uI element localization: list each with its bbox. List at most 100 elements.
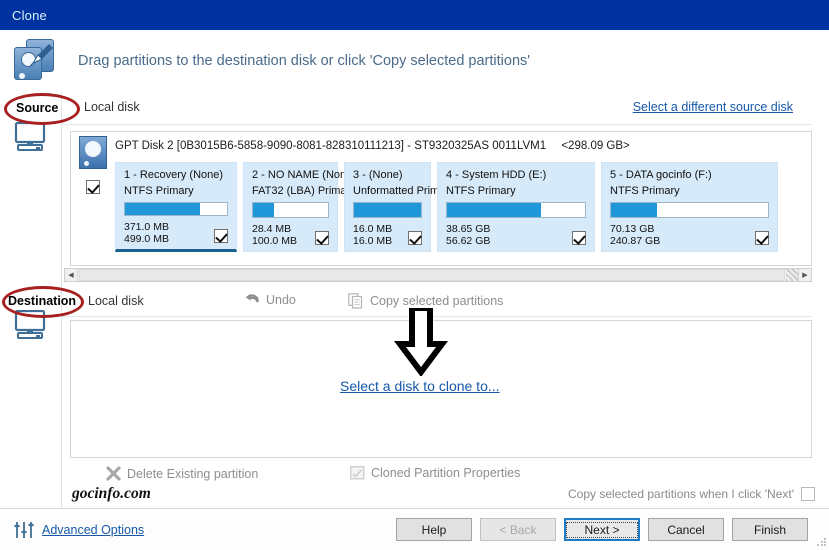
- source-partitions-list: 1 - Recovery (None)NTFS Primary371.0 MB4…: [115, 162, 805, 252]
- cancel-button-label: Cancel: [667, 523, 704, 537]
- help-button-label: Help: [422, 523, 447, 537]
- copy-on-next-checkbox[interactable]: [801, 487, 815, 501]
- undo-arrow-icon: [244, 293, 260, 307]
- partition-usage-fill: [447, 203, 541, 217]
- advanced-options-link[interactable]: Advanced Options: [42, 523, 144, 537]
- computer-monitor-icon-source: [14, 122, 48, 152]
- window-titlebar: Clone: [0, 0, 829, 30]
- partition-filesystem: NTFS Primary: [446, 185, 586, 197]
- source-local-disk-label: Local disk: [84, 100, 140, 114]
- partition-checkbox[interactable]: [408, 231, 422, 245]
- partition-name: 2 - NO NAME (None): [252, 169, 329, 181]
- partition-card[interactable]: 1 - Recovery (None) NTFS Primary 371.0 MB4…: [115, 162, 237, 252]
- watermark: gocinfo.com: [72, 485, 151, 503]
- copy-pages-icon: [348, 293, 364, 309]
- partition-total: 56.62 GB: [446, 235, 586, 247]
- partition-name: 4 - System HDD (E:): [446, 169, 586, 181]
- sliders-icon: [14, 521, 34, 539]
- partition-total: 240.87 GB: [610, 235, 769, 247]
- source-disk-info: GPT Disk 2 [0B3015B6-5858-9090-8081-8283…: [115, 140, 630, 152]
- source-annotation-label: Source: [16, 101, 58, 115]
- partition-sizes: 70.13 GB240.87 GB: [610, 223, 769, 247]
- cancel-button[interactable]: Cancel: [648, 518, 724, 541]
- help-button[interactable]: Help: [396, 518, 472, 541]
- disk-copy-icon: [14, 39, 60, 83]
- copy-selected-partitions-button[interactable]: Copy selected partitions: [348, 293, 503, 309]
- source-divider: [62, 124, 812, 125]
- copy-selected-partitions-label: Copy selected partitions: [370, 294, 503, 308]
- source-header-row: Local disk Select a different source dis…: [62, 98, 829, 122]
- partition-card[interactable]: 2 - NO NAME (None)FAT32 (LBA) Primary28.…: [243, 162, 338, 252]
- arrow-glyph: [27, 41, 55, 69]
- destination-local-disk-label: Local disk: [88, 294, 144, 308]
- partition-usage-bar: [610, 202, 769, 218]
- scroll-left-arrow[interactable]: ◀: [65, 269, 78, 281]
- partition-total: 499.0 MB: [124, 233, 228, 245]
- resize-grip[interactable]: [816, 537, 826, 547]
- back-button: < Back: [480, 518, 556, 541]
- scroll-thumb[interactable]: [79, 269, 785, 281]
- partition-card[interactable]: 5 - DATA gocinfo (F:) NTFS Primary 70.13 G…: [601, 162, 778, 252]
- down-arrow-annotation: [393, 308, 449, 376]
- finish-button[interactable]: Finish: [732, 518, 808, 541]
- partition-card[interactable]: 3 - (None)Unformatted Primary16.0 MB16.0…: [344, 162, 431, 252]
- partition-usage-bar: [353, 202, 422, 218]
- undo-button[interactable]: Undo: [244, 293, 296, 307]
- source-disk-panel: GPT Disk 2 [0B3015B6-5858-9090-8081-8283…: [70, 131, 812, 266]
- partition-name: 5 - DATA gocinfo (F:): [610, 169, 769, 181]
- partition-used: 70.13 GB: [610, 223, 769, 235]
- next-button-label: Next >: [566, 522, 638, 538]
- source-horizontal-scrollbar[interactable]: ◀ ▶: [64, 268, 812, 282]
- partition-name: 1 - Recovery (None): [124, 169, 228, 181]
- partition-usage-fill: [125, 203, 200, 215]
- header-instruction: Drag partitions to the destination disk …: [78, 53, 530, 69]
- partition-sizes: 371.0 MB499.0 MB: [124, 221, 228, 245]
- cloned-partition-properties-button[interactable]: Cloned Partition Properties: [350, 466, 520, 480]
- advanced-options[interactable]: Advanced Options: [14, 521, 144, 539]
- select-different-source-disk-link[interactable]: Select a different source disk: [633, 100, 793, 114]
- properties-box-icon: [350, 466, 365, 480]
- source-disk-label: GPT Disk 2 [0B3015B6-5858-9090-8081-8283…: [115, 140, 546, 152]
- x-icon: [106, 466, 121, 481]
- scroll-grip: [786, 269, 798, 281]
- back-button-label: < Back: [499, 523, 536, 537]
- partition-filesystem: NTFS Primary: [124, 185, 228, 197]
- destination-annotation-label: Destination: [8, 294, 76, 308]
- partition-usage-bar: [124, 202, 228, 216]
- next-button[interactable]: Next >: [564, 518, 640, 541]
- copy-on-next-label: Copy selected partitions when I click 'N…: [568, 487, 794, 501]
- bottom-tools-row: Delete Existing partition Cloned Partiti…: [62, 466, 829, 488]
- hard-disk-icon: [79, 136, 107, 169]
- source-disk-checkbox[interactable]: [86, 180, 100, 199]
- partition-filesystem: FAT32 (LBA) Primary: [252, 185, 329, 197]
- delete-existing-partition-button[interactable]: Delete Existing partition: [106, 466, 258, 481]
- partition-usage-bar: [252, 202, 329, 218]
- partition-checkbox[interactable]: [572, 231, 586, 245]
- partition-usage-bar: [446, 202, 586, 218]
- header-banner: Drag partitions to the destination disk …: [0, 30, 829, 92]
- cloned-partition-properties-label: Cloned Partition Properties: [371, 466, 520, 480]
- delete-existing-partition-label: Delete Existing partition: [127, 467, 258, 481]
- button-bar: Advanced Options Help < Back Next > Canc…: [0, 509, 829, 550]
- scroll-right-arrow[interactable]: ▶: [798, 269, 811, 281]
- copy-on-next-row[interactable]: Copy selected partitions when I click 'N…: [568, 487, 815, 501]
- partition-name: 3 - (None): [353, 169, 422, 181]
- partition-sizes: 38.65 GB56.62 GB: [446, 223, 586, 247]
- computer-monitor-icon-destination: [14, 310, 48, 340]
- partition-filesystem: Unformatted Primary: [353, 185, 422, 197]
- partition-used: 38.65 GB: [446, 223, 586, 235]
- partition-checkbox[interactable]: [315, 231, 329, 245]
- undo-label: Undo: [266, 293, 296, 307]
- partition-used: 371.0 MB: [124, 221, 228, 233]
- partition-usage-fill: [611, 203, 657, 217]
- finish-button-label: Finish: [754, 523, 786, 537]
- partition-checkbox[interactable]: [755, 231, 769, 245]
- window-title: Clone: [12, 8, 47, 23]
- select-disk-to-clone-to-link[interactable]: Select a disk to clone to...: [340, 378, 500, 394]
- source-disk-size: <298.09 GB>: [561, 140, 629, 152]
- partition-card[interactable]: 4 - System HDD (E:) NTFS Primary 38.65 GB5…: [437, 162, 595, 252]
- partition-usage-fill: [354, 203, 421, 217]
- partition-usage-fill: [253, 203, 274, 217]
- partition-checkbox[interactable]: [214, 229, 228, 243]
- partition-filesystem: NTFS Primary: [610, 185, 769, 197]
